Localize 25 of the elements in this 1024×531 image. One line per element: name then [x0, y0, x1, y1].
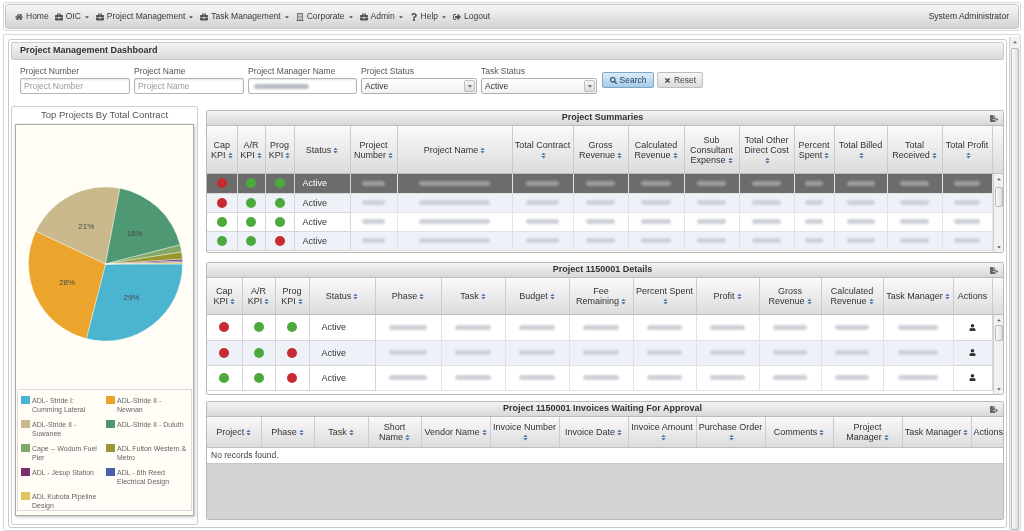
field-label: Project Name [134, 66, 187, 76]
slice-label: 18% [126, 228, 143, 238]
chart-title: Top Projects By Total Contract [40, 108, 169, 123]
user-name: System Administrator [928, 10, 1009, 23]
field-label: Project Status [361, 66, 415, 76]
table-cell: Active [294, 231, 350, 250]
panel-title: Project 1150001 Details [552, 263, 653, 277]
slice-label: 29% [123, 292, 140, 302]
column-header: Actions [953, 278, 992, 314]
field-label: Task Status [481, 66, 526, 76]
table-cell: Active [309, 315, 375, 340]
panel-title: Project Summaries [561, 111, 644, 125]
field-label: Project Manager Name [248, 66, 337, 76]
table-cell: Active [294, 174, 350, 193]
table-cell: Active [294, 212, 350, 231]
column-header: Actions [971, 417, 1003, 447]
empty-message: No records found. [211, 449, 279, 462]
table-cell: Active [294, 193, 350, 212]
panel-title: Project 1150001 Invoices Waiting For Approval [503, 402, 702, 416]
field-label: Project Number [20, 66, 81, 76]
table-cell: Active [309, 340, 375, 365]
table-cell: Active [309, 365, 375, 390]
slice-label: 28% [59, 277, 76, 287]
slice-label: 21% [78, 221, 95, 231]
panel-title: Project Management Dashboard [20, 44, 158, 58]
